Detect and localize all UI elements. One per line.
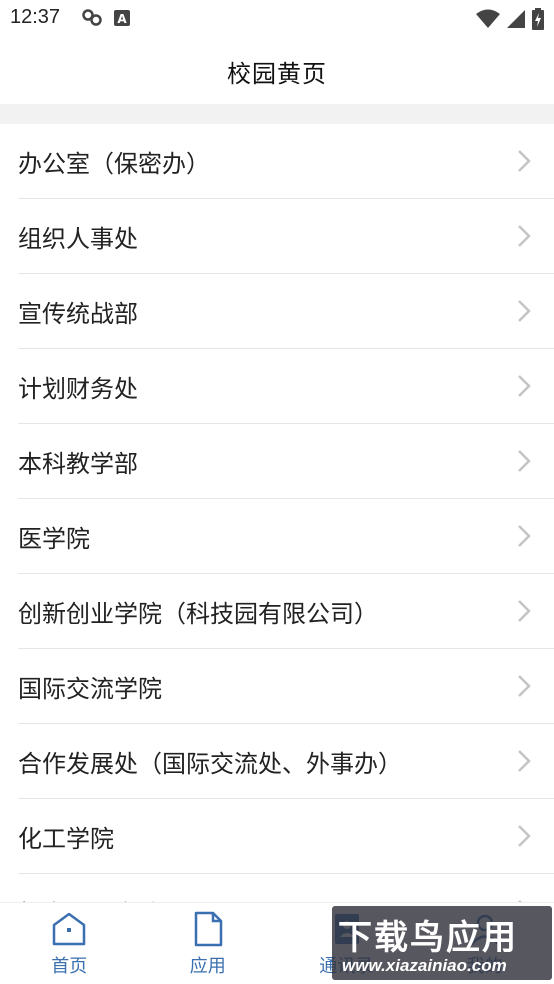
list-item-label: 计划财务处 [18, 374, 138, 403]
list-item[interactable]: 国际交流学院 [18, 649, 554, 724]
list-item-label: 宣传统战部 [18, 299, 138, 328]
chevron-right-icon [518, 225, 531, 247]
tab-apps[interactable]: 应用 [139, 903, 278, 984]
list-item-label: 创新创业学院（科技园有限公司） [18, 599, 378, 628]
list-item[interactable]: 合作发展处（国际交流处、外事办） [18, 724, 554, 799]
list-item-label: 机电工程学院 [18, 894, 162, 903]
list-item[interactable]: 计划财务处 [18, 349, 554, 424]
chevron-right-icon [518, 525, 531, 547]
svg-text:A: A [117, 12, 127, 26]
link-icon [82, 9, 104, 31]
list-item-label: 办公室（保密办） [18, 149, 210, 178]
chevron-right-icon [518, 450, 531, 472]
list-item[interactable]: 组织人事处 [18, 199, 554, 274]
chevron-right-icon [518, 375, 531, 397]
tab-label: 首页 [51, 955, 88, 977]
section-separator [0, 104, 554, 124]
chevron-right-icon [518, 300, 531, 322]
department-list: 办公室（保密办） 组织人事处 宣传统战部 计划财务处 本科教学部 医学院 创新创… [0, 124, 554, 902]
battery-charging-icon [532, 8, 544, 34]
list-item[interactable]: 办公室（保密办） [18, 124, 554, 199]
list-item-label: 国际交流学院 [18, 674, 162, 703]
status-bar: 12:37 A [0, 0, 554, 38]
watermark: 下载鸟应用 www.xiazainiao.com [332, 906, 552, 980]
list-item-label: 本科教学部 [18, 449, 138, 478]
signal-icon [506, 9, 526, 33]
list-item[interactable]: 创新创业学院（科技园有限公司） [18, 574, 554, 649]
document-icon [194, 911, 222, 946]
chevron-right-icon [518, 750, 531, 772]
chevron-right-icon [518, 600, 531, 622]
tab-label: 应用 [189, 955, 226, 977]
chevron-right-icon [518, 675, 531, 697]
watermark-url-text: www.xiazainiao.com [342, 956, 507, 975]
list-item[interactable]: 化工学院 [18, 799, 554, 874]
wifi-icon [476, 9, 500, 33]
page-title: 校园黄页 [227, 59, 327, 88]
home-icon [53, 912, 86, 945]
list-item-label: 化工学院 [18, 824, 114, 853]
list-item[interactable]: 本科教学部 [18, 424, 554, 499]
list-item-label: 组织人事处 [18, 224, 138, 253]
list-item-label: 合作发展处（国际交流处、外事办） [18, 749, 402, 778]
status-left-icons: A [82, 9, 130, 31]
status-right-icons [476, 8, 544, 34]
status-time: 12:37 [10, 6, 61, 28]
list-item[interactable]: 宣传统战部 [18, 274, 554, 349]
list-item[interactable]: 医学院 [18, 499, 554, 574]
watermark-main-text: 下载鸟应用 [338, 918, 518, 958]
list-item-label: 医学院 [18, 524, 90, 553]
tab-home[interactable]: 首页 [0, 903, 139, 984]
list-item[interactable]: 机电工程学院 [18, 874, 554, 902]
chevron-right-icon [518, 825, 531, 847]
chevron-right-icon [518, 150, 531, 172]
header: 校园黄页 [0, 38, 554, 104]
a-box-icon: A [114, 10, 130, 30]
